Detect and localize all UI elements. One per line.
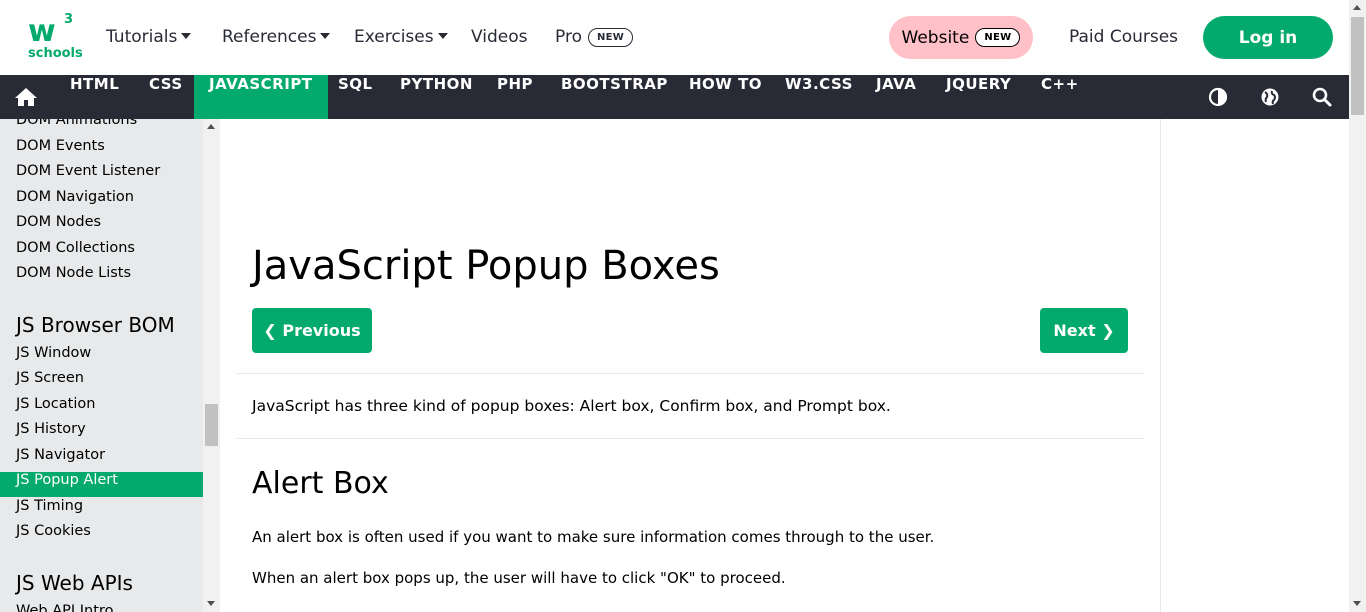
top-header: w 3 schools Tutorials References Exercis… xyxy=(0,0,1349,75)
caret-down-icon xyxy=(320,33,331,39)
nav-link-cpp[interactable]: C++ xyxy=(1026,75,1094,119)
website-button[interactable]: Website NEW xyxy=(889,16,1033,59)
right-panel xyxy=(1160,119,1349,612)
section-title: Alert Box xyxy=(252,466,389,501)
sidebar-heading-webapis: JS Web APIs xyxy=(16,571,133,595)
sidebar-item-js-location[interactable]: JS Location xyxy=(0,396,203,421)
nav-link-python[interactable]: PYTHON xyxy=(385,75,488,119)
sidebar-item-js-screen[interactable]: JS Screen xyxy=(0,370,203,395)
sidebar-item-js-navigator[interactable]: JS Navigator xyxy=(0,447,203,472)
contrast-icon[interactable] xyxy=(1208,87,1228,107)
sidebar-item-dom-events[interactable]: DOM Events xyxy=(0,138,203,163)
website-label: Website xyxy=(901,27,970,48)
sidebar-heading-bom: JS Browser BOM xyxy=(16,313,175,337)
nav-videos[interactable]: Videos xyxy=(471,27,528,47)
sidebar: DOM Animations DOM Events DOM Event List… xyxy=(0,119,203,612)
nav-exercises-label: Exercises xyxy=(354,27,434,47)
nav-link-java[interactable]: JAVA xyxy=(861,75,931,119)
sidebar-item-dom-nodes[interactable]: DOM Nodes xyxy=(0,214,203,239)
page-title: JavaScript Popup Boxes xyxy=(252,243,720,289)
divider xyxy=(236,373,1144,374)
sidebar-item-js-timing[interactable]: JS Timing xyxy=(0,498,203,523)
login-button[interactable]: Log in xyxy=(1203,16,1333,59)
sidebar-scrollbar[interactable] xyxy=(203,119,220,612)
caret-down-icon xyxy=(181,33,192,39)
sidebar-item-js-cookies[interactable]: JS Cookies xyxy=(0,523,203,548)
nav-link-css[interactable]: CSS xyxy=(134,75,198,119)
nav-link-sql[interactable]: SQL xyxy=(323,75,388,119)
nav-link-html[interactable]: HTML xyxy=(55,75,134,119)
logo-mark: w xyxy=(28,14,56,49)
nav-link-jquery[interactable]: JQUERY xyxy=(931,75,1026,119)
scroll-up-icon[interactable] xyxy=(207,124,215,129)
divider xyxy=(236,438,1144,439)
sidebar-item-js-window[interactable]: JS Window xyxy=(0,345,203,370)
paragraph-1: An alert box is often used if you want t… xyxy=(252,528,935,546)
nav-references-label: References xyxy=(222,27,317,47)
caret-down-icon xyxy=(437,33,448,39)
w3schools-logo[interactable]: w 3 schools xyxy=(26,12,83,62)
logo-wordmark: schools xyxy=(28,46,83,61)
sidebar-item-js-popup-alert[interactable]: JS Popup Alert xyxy=(0,472,203,497)
sidebar-item-dom-event-listener[interactable]: DOM Event Listener xyxy=(0,163,203,188)
subject-nav: HTML CSS JAVASCRIPT SQL PYTHON PHP BOOTS… xyxy=(0,75,1349,119)
intro-text: JavaScript has three kind of popup boxes… xyxy=(252,397,891,415)
sidebar-item-dom-node-lists[interactable]: DOM Node Lists xyxy=(0,265,203,290)
previous-button[interactable]: ❮ Previous xyxy=(252,308,372,353)
nav-pro[interactable]: Pro NEW xyxy=(555,27,634,47)
sidebar-item-dom-animations[interactable]: DOM Animations xyxy=(0,119,203,137)
new-badge: NEW xyxy=(587,28,634,47)
paragraph-2: When an alert box pops up, the user will… xyxy=(252,569,786,587)
page-scroll-thumb[interactable] xyxy=(1351,17,1364,115)
next-button[interactable]: Next ❯ xyxy=(1040,308,1128,353)
sidebar-item-dom-navigation[interactable]: DOM Navigation xyxy=(0,189,203,214)
sidebar-item-js-history[interactable]: JS History xyxy=(0,421,203,446)
main-content: JavaScript Popup Boxes ❮ Previous Next ❯… xyxy=(220,119,1160,612)
nav-pro-label: Pro xyxy=(555,27,582,47)
nav-link-bootstrap[interactable]: BOOTSTRAP xyxy=(546,75,683,119)
scroll-down-icon[interactable] xyxy=(207,601,215,606)
nav-link-javascript[interactable]: JAVASCRIPT xyxy=(194,75,328,119)
search-icon[interactable] xyxy=(1312,87,1332,107)
sidebar-scroll-thumb[interactable] xyxy=(205,404,218,446)
nav-exercises[interactable]: Exercises xyxy=(354,27,448,47)
globe-icon[interactable] xyxy=(1260,87,1280,107)
sidebar-item-dom-collections[interactable]: DOM Collections xyxy=(0,240,203,265)
nav-tutorials-label: Tutorials xyxy=(106,27,178,47)
page-scrollbar[interactable] xyxy=(1349,0,1366,612)
nav-videos-label: Videos xyxy=(471,27,528,47)
nav-link-php[interactable]: PHP xyxy=(482,75,548,119)
paid-courses-link[interactable]: Paid Courses xyxy=(1069,27,1178,47)
nav-link-howto[interactable]: HOW TO xyxy=(674,75,777,119)
nav-link-w3css[interactable]: W3.CSS xyxy=(770,75,868,119)
new-badge: NEW xyxy=(975,28,1021,47)
logo-superscript: 3 xyxy=(64,12,74,27)
nav-tutorials[interactable]: Tutorials xyxy=(106,27,192,47)
sidebar-item-web-api-intro[interactable]: Web API Intro xyxy=(0,603,203,612)
scroll-down-icon[interactable] xyxy=(1353,601,1361,606)
scroll-up-icon[interactable] xyxy=(1353,5,1361,10)
nav-references[interactable]: References xyxy=(222,27,331,47)
home-icon[interactable] xyxy=(14,87,38,107)
